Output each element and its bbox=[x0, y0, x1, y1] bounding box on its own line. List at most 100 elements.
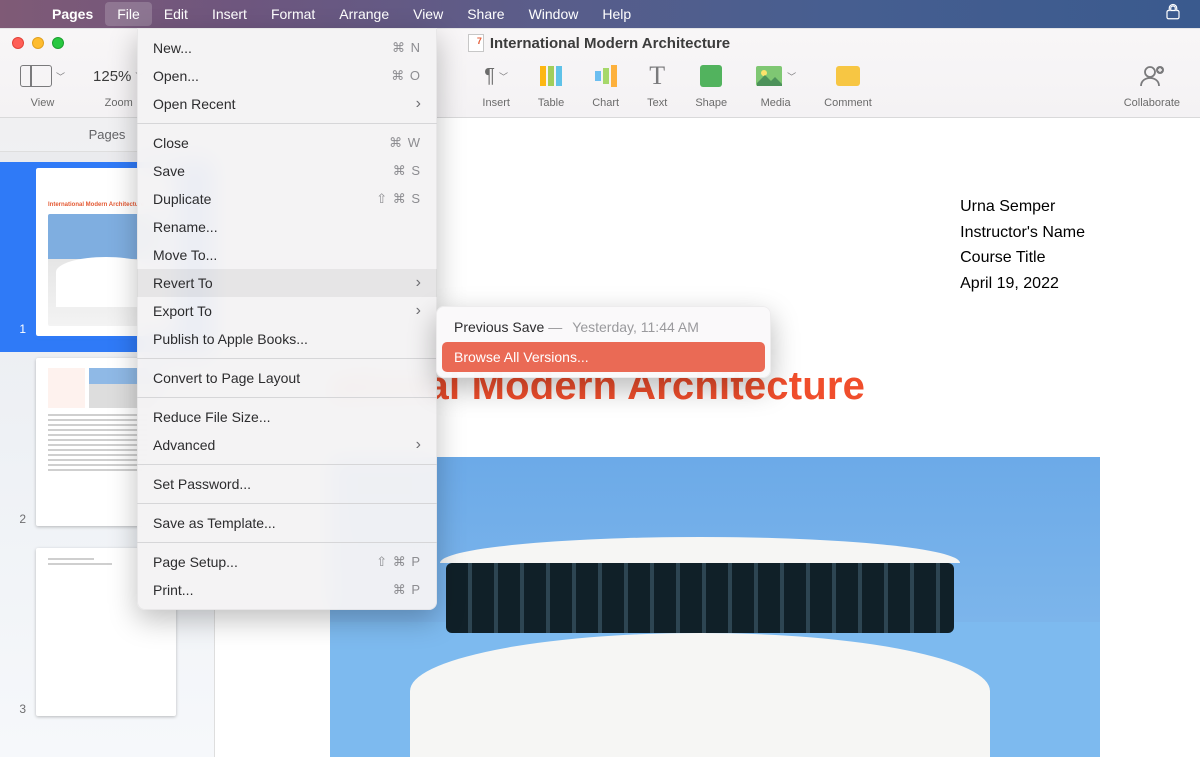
collaborate-icon bbox=[1139, 59, 1165, 93]
menu-separator bbox=[137, 358, 437, 359]
file-menu-item-close[interactable]: Close⌘ W bbox=[137, 129, 437, 157]
menu-shortcut: ⌘ S bbox=[393, 163, 421, 179]
window-close-button[interactable] bbox=[12, 37, 24, 49]
menubar-item-arrange[interactable]: Arrange bbox=[327, 2, 401, 26]
window-zoom-button[interactable] bbox=[52, 37, 64, 49]
page-number: 1 bbox=[14, 322, 26, 336]
menu-shortcut: ⇧ ⌘ P bbox=[376, 554, 421, 570]
file-menu-item-export-to[interactable]: Export To › bbox=[137, 297, 437, 325]
toolbar-text[interactable]: T Text bbox=[633, 59, 681, 109]
file-menu-item-advanced[interactable]: Advanced› bbox=[137, 431, 437, 459]
menubar-item-help[interactable]: Help bbox=[590, 2, 643, 26]
building-illustration bbox=[440, 537, 960, 757]
document-icon bbox=[468, 34, 484, 52]
submenu-item-label: Browse All Versions... bbox=[454, 349, 589, 365]
file-menu-item-set-password[interactable]: Set Password... bbox=[137, 470, 437, 498]
toolbar-view-label: View bbox=[31, 97, 55, 109]
menubar-item-window[interactable]: Window bbox=[517, 2, 591, 26]
file-menu-item-duplicate[interactable]: Duplicate⇧ ⌘ S bbox=[137, 185, 437, 213]
menu-item-label: Reduce File Size... bbox=[153, 409, 271, 425]
dash: — bbox=[548, 319, 562, 335]
chevron-right-icon: › bbox=[416, 274, 421, 292]
toolbar-shape-label: Shape bbox=[695, 97, 727, 109]
toolbar-collaborate-label: Collaborate bbox=[1124, 97, 1180, 109]
chevron-right-icon: › bbox=[416, 302, 421, 320]
toolbar-chart-label: Chart bbox=[592, 97, 619, 109]
menu-item-label: Move To... bbox=[153, 247, 217, 263]
menu-item-label: Duplicate bbox=[153, 191, 211, 207]
toolbar-insert-label: Insert bbox=[482, 97, 510, 109]
toolbar-view[interactable]: ﹀ View bbox=[6, 59, 79, 109]
menubar-app[interactable]: Pages bbox=[40, 2, 105, 26]
menu-item-label: Export To bbox=[153, 303, 212, 319]
meta-course: Course Title bbox=[960, 245, 1085, 271]
view-icon bbox=[20, 65, 52, 87]
menubar-item-format[interactable]: Format bbox=[259, 2, 327, 26]
file-menu-item-print[interactable]: Print...⌘ P bbox=[137, 576, 437, 604]
menu-shortcut: ⌘ N bbox=[392, 40, 421, 56]
chart-icon bbox=[594, 59, 618, 93]
menu-item-label: Page Setup... bbox=[153, 554, 238, 570]
menubar-item-edit[interactable]: Edit bbox=[152, 2, 200, 26]
toolbar-insert[interactable]: ¶﹀ Insert bbox=[468, 59, 524, 109]
file-menu-item-open[interactable]: Open... ⌘ O bbox=[137, 62, 437, 90]
table-icon bbox=[539, 59, 563, 93]
toolbar-shape[interactable]: Shape bbox=[681, 59, 741, 109]
media-icon: ﹀ bbox=[755, 59, 796, 93]
revert-submenu-item-browse-all-versions[interactable]: Browse All Versions... bbox=[442, 342, 765, 372]
menu-separator bbox=[137, 542, 437, 543]
menu-item-label: Advanced bbox=[153, 437, 215, 453]
menu-shortcut: ⌘ O bbox=[391, 68, 421, 84]
revert-to-submenu: Previous Save—Yesterday, 11:44 AMBrowse … bbox=[436, 306, 771, 378]
file-menu-item-convert-to-page-layout[interactable]: Convert to Page Layout bbox=[137, 364, 437, 392]
toolbar-comment[interactable]: Comment bbox=[810, 59, 886, 109]
toolbar-collaborate[interactable]: Collaborate bbox=[1110, 59, 1194, 109]
menu-item-label: Revert To bbox=[153, 275, 213, 291]
toolbar-chart[interactable]: Chart bbox=[578, 59, 633, 109]
text-icon: T bbox=[649, 61, 665, 91]
menu-item-label: Rename... bbox=[153, 219, 218, 235]
file-menu-item-save[interactable]: Save⌘ S bbox=[137, 157, 437, 185]
file-menu-item-open-recent[interactable]: Open Recent › bbox=[137, 90, 437, 118]
comment-icon bbox=[836, 66, 860, 86]
file-menu-item-publish-to-apple-books[interactable]: Publish to Apple Books... bbox=[137, 325, 437, 353]
toolbar-comment-label: Comment bbox=[824, 97, 872, 109]
chevron-down-icon: ﹀ bbox=[56, 70, 65, 83]
lock-icon[interactable] bbox=[1164, 3, 1182, 24]
page-number: 3 bbox=[14, 702, 26, 716]
menu-item-label: Open... bbox=[153, 68, 199, 84]
menu-item-label: Publish to Apple Books... bbox=[153, 331, 308, 347]
menu-separator bbox=[137, 397, 437, 398]
file-menu-item-reduce-file-size[interactable]: Reduce File Size... bbox=[137, 403, 437, 431]
menu-separator bbox=[137, 464, 437, 465]
file-menu-item-move-to[interactable]: Move To... bbox=[137, 241, 437, 269]
menubar-item-insert[interactable]: Insert bbox=[200, 2, 259, 26]
file-menu-item-new[interactable]: New... ⌘ N bbox=[137, 34, 437, 62]
document-meta: Urna Semper Instructor's Name Course Tit… bbox=[960, 194, 1085, 296]
file-menu-item-page-setup[interactable]: Page Setup... ⇧ ⌘ P bbox=[137, 548, 437, 576]
file-menu-item-rename[interactable]: Rename... bbox=[137, 213, 437, 241]
chevron-down-icon: ﹀ bbox=[787, 70, 796, 83]
menubar-item-share[interactable]: Share bbox=[455, 2, 516, 26]
chevron-down-icon: ﹀ bbox=[499, 70, 508, 83]
window-minimize-button[interactable] bbox=[32, 37, 44, 49]
menu-separator bbox=[137, 503, 437, 504]
chevron-right-icon: › bbox=[416, 95, 421, 113]
page-number: 2 bbox=[14, 512, 26, 526]
menu-shortcut: ⌘ W bbox=[389, 135, 421, 151]
toolbar-media[interactable]: ﹀ Media bbox=[741, 59, 810, 109]
window-traffic-lights bbox=[12, 37, 64, 49]
menubar-item-view[interactable]: View bbox=[401, 2, 455, 26]
menu-item-label: Open Recent bbox=[153, 96, 236, 112]
menu-item-label: Set Password... bbox=[153, 476, 251, 492]
menu-item-label: New... bbox=[153, 40, 192, 56]
file-menu-item-revert-to[interactable]: Revert To › bbox=[137, 269, 437, 297]
file-menu-item-save-as-template[interactable]: Save as Template... bbox=[137, 509, 437, 537]
revert-submenu-item-previous-save[interactable]: Previous Save—Yesterday, 11:44 AM bbox=[442, 312, 765, 342]
menubar: Pages File Edit Insert Format Arrange Vi… bbox=[0, 0, 1200, 28]
toolbar-table-label: Table bbox=[538, 97, 564, 109]
submenu-item-timestamp: Yesterday, 11:44 AM bbox=[572, 319, 699, 335]
menubar-item-file[interactable]: File bbox=[105, 2, 152, 26]
toolbar-table[interactable]: Table bbox=[524, 59, 578, 109]
file-menu-dropdown: New...⌘ NOpen...⌘ OOpen Recent›Close⌘ WS… bbox=[137, 28, 437, 610]
